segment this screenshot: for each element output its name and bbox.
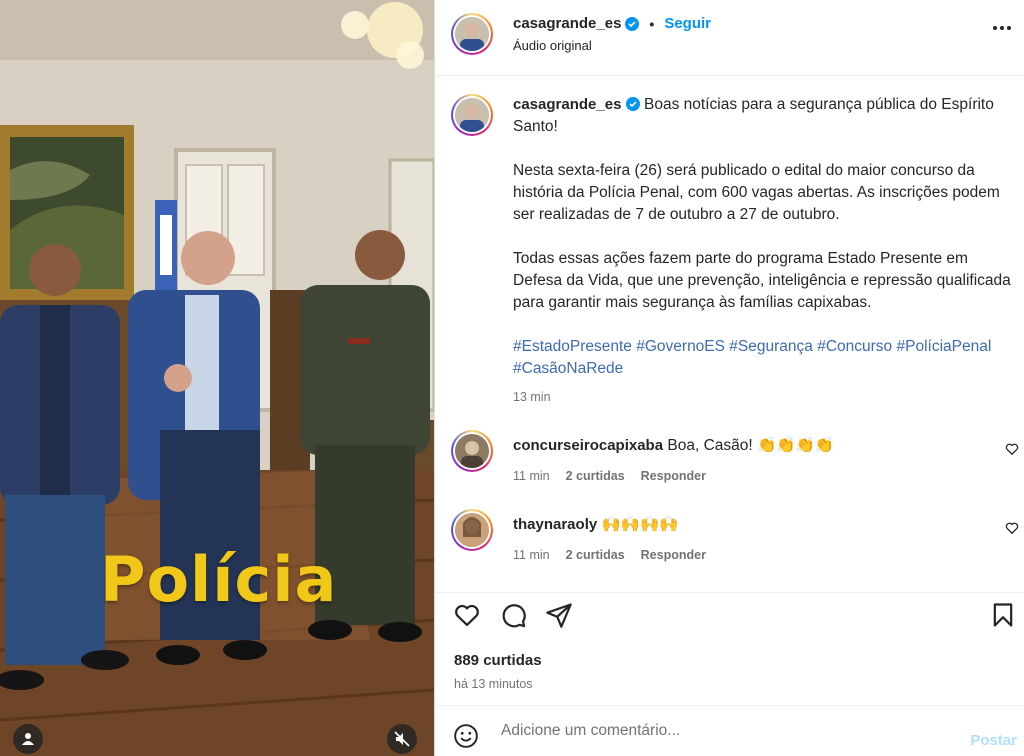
audio-label[interactable]: Áudio original [513,38,592,53]
comment-likes[interactable]: 2 curtidas [566,469,625,483]
comment-likes[interactable]: 2 curtidas [566,548,625,562]
comment-time[interactable]: 11 min [513,548,550,562]
commenter-avatar[interactable] [451,430,493,472]
comment-item: concurseirocapixaba Boa, Casão! 👏👏👏👏 11 … [451,430,1019,483]
comment-author[interactable]: concurseirocapixaba [513,437,663,454]
post-actions: 889 curtidas há 13 minutos [435,592,1024,705]
caption-author[interactable]: casagrande_es [513,96,621,113]
emoji-icon[interactable] [453,723,479,749]
comment-composer: Postar [435,705,1024,756]
hashtag-link[interactable]: #Segurança [729,338,813,355]
post-comment-button[interactable]: Postar [970,732,1017,749]
bookmark-icon[interactable] [989,601,1017,629]
avatar-photo [455,98,489,132]
tagged-users-button[interactable] [13,724,43,754]
heart-icon[interactable] [1005,521,1019,535]
mute-icon [394,731,410,747]
hashtag-link[interactable]: #GovernoES [636,338,725,355]
caption-time[interactable]: 13 min [513,390,1011,404]
post-media[interactable]: Polícia [0,0,434,756]
comment-item: thaynaraoly 🙌🙌🙌🙌 11 min 2 curtidas Respo… [451,509,1019,562]
separator-dot: • [649,15,655,32]
comment-icon[interactable] [499,601,527,629]
author-avatar[interactable] [451,13,493,55]
hashtag-link[interactable]: #PolíciaPenal [896,338,991,355]
post-details-panel: casagrande_es • Seguir Áudio original ca… [434,0,1024,756]
share-icon[interactable] [545,601,573,629]
post-caption: casagrande_es Boas notícias para a segur… [451,94,1011,404]
media-overlay-text: Polícia [100,543,338,616]
comment-author[interactable]: thaynaraoly [513,516,597,533]
reply-button[interactable]: Responder [641,548,706,562]
hashtag-link[interactable]: #EstadoPresente [513,338,632,355]
caption-hashtags: #EstadoPresente #GovernoES #Segurança #C… [513,336,1011,380]
heart-icon[interactable] [453,601,481,629]
avatar-photo [455,513,489,547]
comment-text: Boa, Casão! 👏👏👏👏 [667,437,835,454]
hashtag-link[interactable]: #CasãoNaRede [513,360,623,377]
comment-text: 🙌🙌🙌🙌 [601,516,679,533]
post-comments-area[interactable]: casagrande_es Boas notícias para a segur… [435,77,1024,592]
user-tag-icon [22,733,34,745]
caption-paragraph-3: Todas essas ações fazem parte do program… [513,250,1011,311]
follow-button[interactable]: Seguir [664,15,711,32]
avatar-photo [455,17,489,51]
reply-button[interactable]: Responder [641,469,706,483]
author-username[interactable]: casagrande_es [513,15,621,32]
comment-time[interactable]: 11 min [513,469,550,483]
hashtag-link[interactable]: #Concurso [817,338,892,355]
caption-author-avatar[interactable] [451,94,493,136]
post-timestamp[interactable]: há 13 minutos [454,677,533,691]
post-header: casagrande_es • Seguir Áudio original [435,0,1024,76]
verified-badge-icon [625,97,640,111]
caption-paragraph-2: Nesta sexta-feira (26) será publicado o … [513,162,1000,223]
post-photo [0,0,434,756]
commenter-avatar[interactable] [451,509,493,551]
avatar-photo [455,434,489,468]
more-options-icon[interactable] [993,26,1011,30]
comment-input[interactable] [501,722,921,740]
verified-badge-icon [625,16,640,31]
heart-icon[interactable] [1005,442,1019,456]
likes-count[interactable]: 889 curtidas [454,652,542,669]
mute-button[interactable] [387,724,417,754]
